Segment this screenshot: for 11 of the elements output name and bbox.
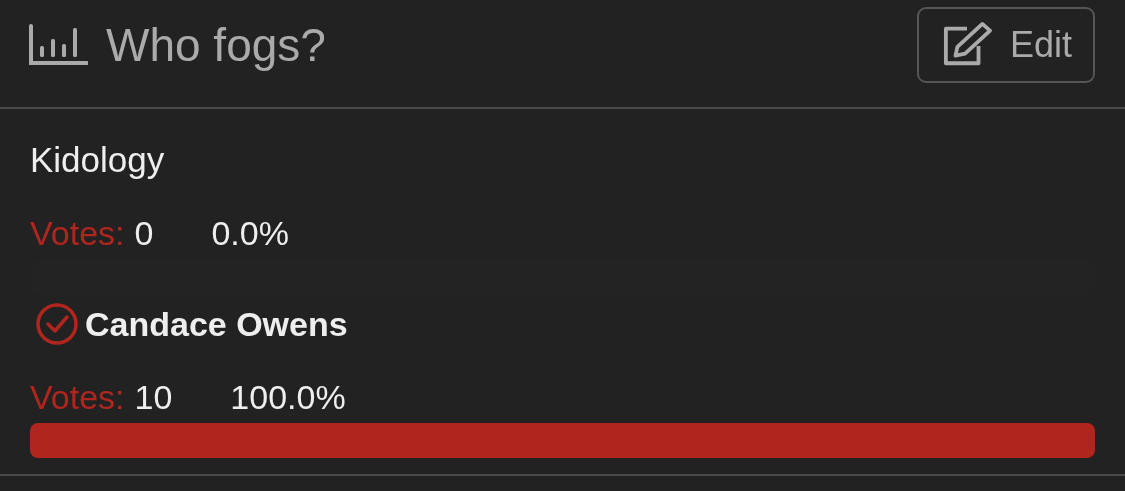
option-name: Kidology <box>30 140 165 180</box>
bar-chart-icon <box>28 24 88 66</box>
votes-label: Votes: <box>30 214 125 252</box>
vote-count: 0 <box>134 214 154 252</box>
edit-button[interactable]: Edit <box>917 7 1095 83</box>
option-name: Candace Owens <box>85 304 348 344</box>
vote-count: 10 <box>134 378 173 416</box>
vote-percent: 100.0% <box>230 378 346 416</box>
vote-percent: 0.0% <box>211 214 289 252</box>
votes-label: Votes: <box>30 378 125 416</box>
poll-title: Who fogs? <box>106 18 326 72</box>
